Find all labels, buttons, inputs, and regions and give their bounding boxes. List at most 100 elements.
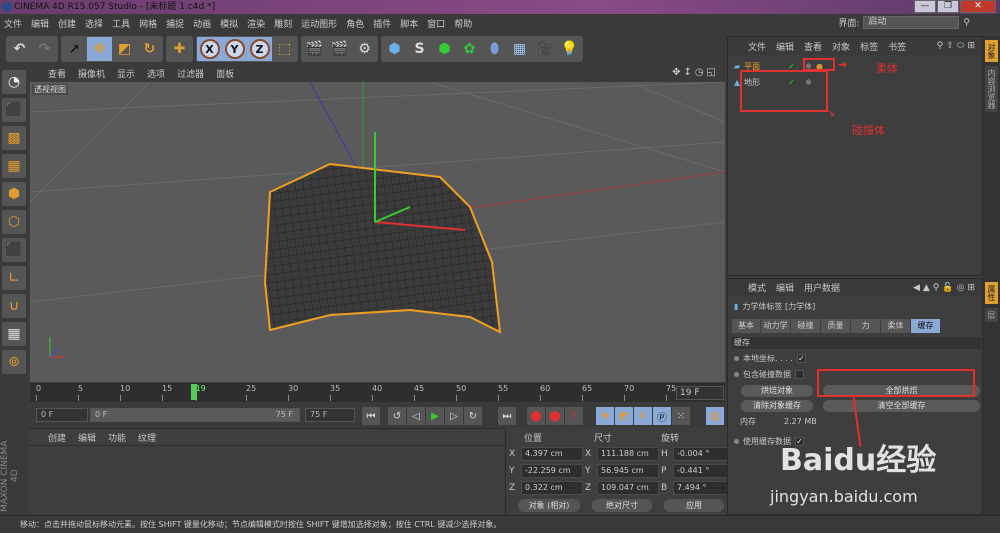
size-mode-dropdown[interactable]: 绝对尺寸 — [592, 499, 652, 512]
x-axis-lock[interactable]: X — [197, 37, 222, 61]
points-mode-icon[interactable]: ⬢ — [2, 182, 26, 206]
polygons-mode-icon[interactable]: ⬛ — [2, 238, 26, 262]
viewport-menu-options[interactable]: 选项 — [147, 67, 165, 80]
menu-create[interactable]: 创建 — [58, 17, 76, 30]
go-to-end-icon[interactable]: ⏭ — [498, 407, 516, 425]
key-rotation-icon[interactable]: ↻ — [634, 407, 652, 425]
subdivision-icon[interactable]: ⬢ — [432, 37, 457, 61]
next-frame-icon[interactable]: ▷ — [445, 407, 463, 425]
go-to-start-icon[interactable]: ⏮ — [362, 407, 380, 425]
material-menu-texture[interactable]: 纹理 — [138, 431, 156, 444]
previous-frame-icon[interactable]: ◁ — [407, 407, 425, 425]
apply-button[interactable]: 应用 — [664, 499, 724, 512]
maximize-button[interactable]: ❐ — [937, 0, 959, 13]
render-picture-viewer-icon[interactable]: 🎬 — [327, 37, 352, 61]
attr-menu-userdata[interactable]: 用户数据 — [804, 281, 840, 294]
menu-file[interactable]: 文件 — [4, 17, 22, 30]
camera-icon[interactable]: 🎥 — [532, 37, 557, 61]
previous-key-icon[interactable]: ↺ — [388, 407, 406, 425]
tab-softbody[interactable]: 柔体 — [881, 319, 910, 333]
rotation-h-field[interactable]: -0.004 ° — [673, 447, 735, 461]
position-z-field[interactable]: 0.322 cm — [521, 481, 583, 495]
object-manager-tools-icons[interactable]: ⚲⇧⬭⊞ — [937, 41, 978, 51]
object-menu-view[interactable]: 查看 — [804, 40, 822, 53]
attr-menu-edit[interactable]: 编辑 — [776, 281, 794, 294]
select-tool-icon[interactable]: ➚ — [62, 37, 87, 61]
key-position-icon[interactable]: ✥ — [596, 407, 614, 425]
coordinate-mode-dropdown[interactable]: 对象 (相对) — [518, 499, 580, 512]
local-coords-checkbox[interactable]: ✓ — [796, 354, 806, 363]
auto-keying-icon[interactable]: ⬤ — [546, 407, 564, 425]
start-frame-field[interactable]: 0 F — [36, 408, 88, 422]
menu-window[interactable]: 窗口 — [427, 17, 445, 30]
render-view-icon[interactable]: 🎬 — [302, 37, 327, 61]
texture-mode-icon[interactable]: ▩ — [2, 126, 26, 150]
keyframe-selection-icon[interactable]: ? — [565, 407, 583, 425]
make-editable-icon[interactable]: ◔ — [2, 70, 26, 94]
menu-help[interactable]: 帮助 — [454, 17, 472, 30]
deformer-icon[interactable]: ⬮ — [482, 37, 507, 61]
size-y-field[interactable]: 56.945 cm — [597, 464, 659, 478]
current-frame-field[interactable]: 19 F — [676, 386, 724, 400]
tab-basic[interactable]: 基本 — [732, 319, 760, 333]
object-menu-edit[interactable]: 编辑 — [776, 40, 794, 53]
menu-edit[interactable]: 编辑 — [31, 17, 49, 30]
menu-tools[interactable]: 工具 — [112, 17, 130, 30]
render-settings-icon[interactable]: ⚙ — [352, 37, 377, 61]
layout-dropdown[interactable]: 启动 — [863, 16, 960, 29]
animate-dot[interactable] — [734, 439, 739, 444]
menu-sculpt[interactable]: 雕刻 — [274, 17, 292, 30]
size-x-field[interactable]: 111.188 cm — [597, 447, 659, 461]
cube-icon[interactable]: ⬢ — [382, 37, 407, 61]
tab-collision[interactable]: 碰撞 — [791, 319, 820, 333]
close-button[interactable]: ✕ — [960, 0, 996, 13]
axis-mode-icon[interactable]: ∟ — [2, 266, 26, 290]
snap-icon[interactable]: ▦ — [2, 322, 26, 346]
next-key-icon[interactable]: ↻ — [464, 407, 482, 425]
preview-range-slider[interactable]: 0 F 75 F — [90, 408, 300, 422]
timeline-ruler[interactable]: 0 5 10 15 19 25 30 35 40 45 50 55 60 65 70 75 — [30, 383, 725, 402]
attr-tools-icons[interactable]: ◀▲⚲🔓◎⊞ — [913, 283, 978, 293]
attr-menu-mode[interactable]: 模式 — [748, 281, 766, 294]
position-y-field[interactable]: -22.259 cm — [521, 464, 583, 478]
magnet-icon[interactable]: ∪ — [2, 294, 26, 318]
key-scale-icon[interactable]: ◩ — [615, 407, 633, 425]
menu-select[interactable]: 选择 — [85, 17, 103, 30]
menu-mesh[interactable]: 网格 — [139, 17, 157, 30]
array-icon[interactable]: ✿ — [457, 37, 482, 61]
tab-force[interactable]: 力 — [851, 319, 880, 333]
edges-mode-icon[interactable]: ⬡ — [2, 210, 26, 234]
workplane-icon[interactable]: ▦ — [2, 154, 26, 178]
clear-object-cache-button[interactable]: 清除对象缓存 — [741, 400, 813, 412]
tab-mass[interactable]: 质量 — [821, 319, 850, 333]
rotate-tool-icon[interactable]: ↻ — [137, 37, 162, 61]
position-x-field[interactable]: 4.397 cm — [521, 447, 583, 461]
bake-object-button[interactable]: 烘焙对象 — [741, 385, 813, 397]
side-tab-objects[interactable]: 对象 — [985, 40, 998, 62]
menu-render[interactable]: 渲染 — [247, 17, 265, 30]
tab-cache[interactable]: 缓存 — [911, 319, 940, 333]
material-menu-create[interactable]: 创建 — [48, 431, 66, 444]
minimize-button[interactable]: — — [914, 0, 936, 13]
floor-icon[interactable]: ▦ — [507, 37, 532, 61]
lock-workplane-icon[interactable]: ⊚ — [2, 350, 26, 374]
soft-body-plane-mesh[interactable] — [263, 162, 502, 334]
animate-dot[interactable] — [734, 356, 739, 361]
object-menu-bookmarks[interactable]: 书签 — [888, 40, 906, 53]
playhead[interactable] — [190, 384, 197, 400]
end-frame-field[interactable]: 75 F — [305, 408, 355, 422]
rotation-b-field[interactable]: 7.494 ° — [673, 481, 735, 495]
viewport-menu-view[interactable]: 查看 — [48, 67, 66, 80]
scale-tool-icon[interactable]: ◩ — [112, 37, 137, 61]
menu-script[interactable]: 脚本 — [400, 17, 418, 30]
move-tool-icon[interactable]: ✥ — [87, 37, 112, 61]
side-tab-layers[interactable]: 层 — [985, 308, 998, 322]
perspective-viewport[interactable]: 透视视图 — [30, 82, 725, 382]
object-menu-objects[interactable]: 对象 — [832, 40, 850, 53]
include-collision-checkbox[interactable] — [795, 370, 804, 379]
timeline-window-icon[interactable]: ▥ — [706, 407, 724, 425]
size-z-field[interactable]: 109.047 cm — [597, 481, 659, 495]
key-parameter-icon[interactable]: Ⓟ — [653, 407, 671, 425]
viewport-menu-display[interactable]: 显示 — [117, 67, 135, 80]
search-icon[interactable]: ⚲ — [963, 18, 970, 28]
